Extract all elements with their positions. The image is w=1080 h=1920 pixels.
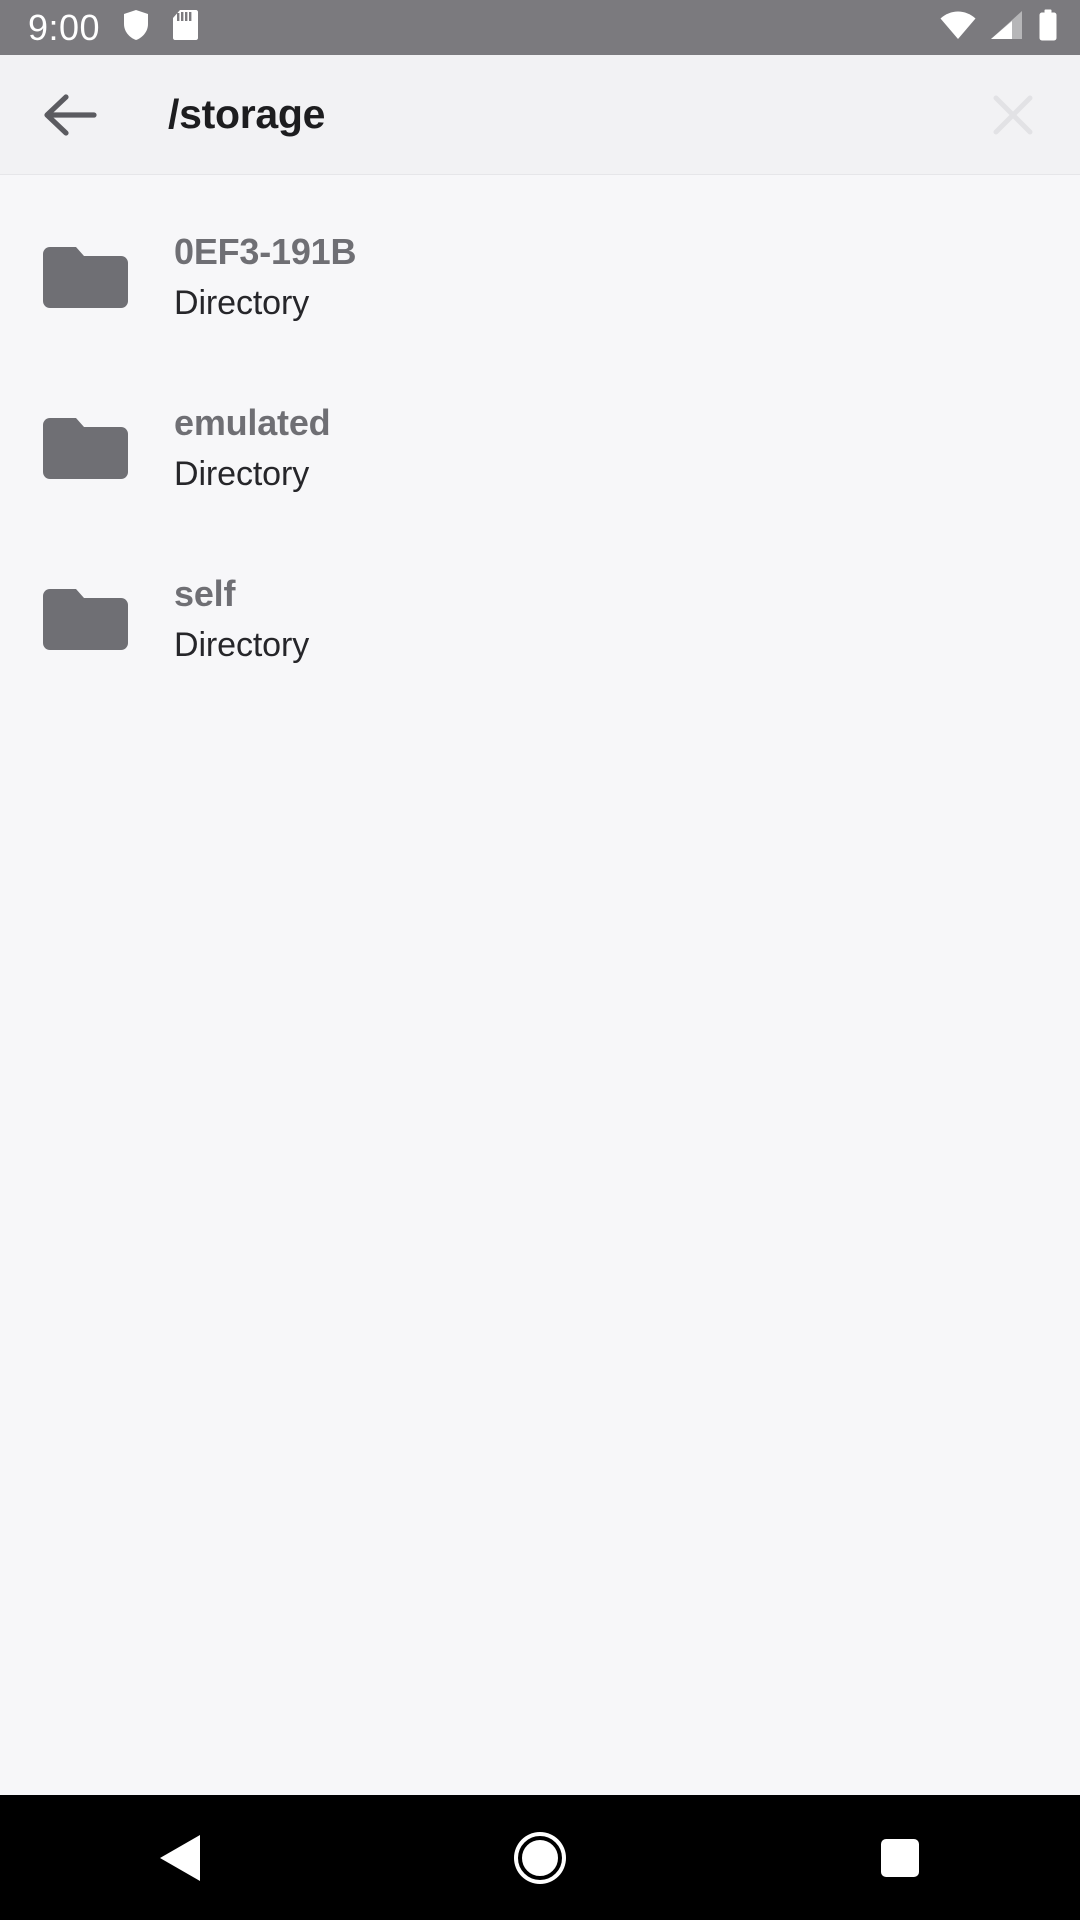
status-bar-right-group [940,9,1058,46]
list-item[interactable]: 0EF3-191B Directory [0,192,1080,363]
nav-back-triangle-icon [160,1834,200,1881]
android-navigation-bar [0,1795,1080,1920]
status-bar-left-group: 9:00 [28,6,199,48]
list-item-text-group: 0EF3-191B Directory [174,231,356,323]
cellular-signal-icon [990,10,1024,45]
battery-icon [1038,9,1058,46]
list-item-subtitle: Directory [174,454,310,493]
folder-icon [43,247,128,308]
app-toolbar: /storage [0,55,1080,175]
back-navigation-button[interactable] [34,79,106,151]
list-item-text-group: self Directory [174,573,309,665]
list-item-subtitle: Directory [174,625,310,664]
list-item-text-group: emulated Directory [174,402,331,494]
list-item-name: emulated [174,402,331,444]
file-list[interactable]: 0EF3-191B Directory emulated Directory s… [0,175,1080,1795]
nav-recents-square-icon [881,1838,919,1877]
arrow-left-icon [44,93,97,136]
nav-home-button[interactable] [360,1795,720,1920]
status-bar-clock: 9:00 [28,6,101,48]
nav-back-button[interactable] [0,1795,360,1920]
list-item[interactable]: self Directory [0,534,1080,705]
list-item[interactable]: emulated Directory [0,363,1080,534]
shield-icon [122,9,150,46]
sd-card-icon [172,9,199,46]
list-item-name: 0EF3-191B [174,231,357,273]
folder-icon [43,589,128,650]
status-bar: 9:00 [0,0,1080,55]
page-title: /storage [168,91,326,137]
nav-recents-button[interactable] [720,1795,1080,1920]
android-file-browser-screen: 9:00 /storage 0EF3-191B Directory emulat… [0,0,1080,1920]
close-button[interactable] [976,78,1050,152]
folder-icon [43,418,128,479]
nav-home-circle-icon [518,1835,562,1880]
list-item-subtitle: Directory [174,283,310,322]
list-item-name: self [174,573,236,615]
wifi-icon [940,10,976,45]
close-x-icon [993,95,1033,134]
